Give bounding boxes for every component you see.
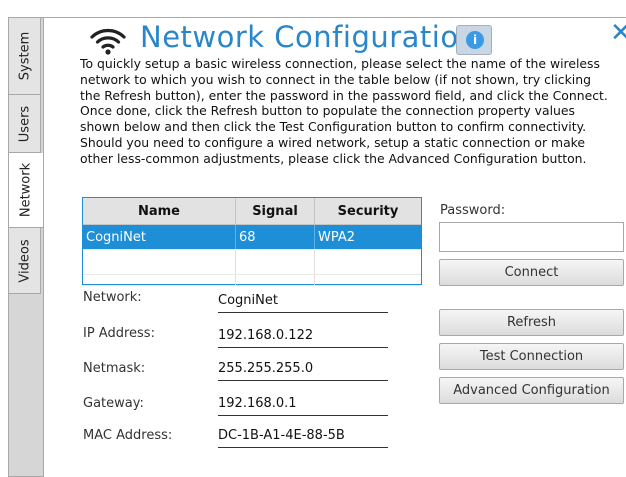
network-value: CogniNet [218, 293, 388, 313]
cell-signal: 68 [235, 224, 315, 250]
mac-address-label: MAC Address: [83, 428, 173, 443]
cell-signal [235, 249, 315, 275]
gateway-label: Gateway: [83, 396, 144, 411]
refresh-button[interactable]: Refresh [439, 309, 624, 336]
table-header-row: Name Signal Security [83, 198, 421, 225]
vertical-tab-strip: System Users Network Videos [8, 17, 44, 477]
test-connection-button[interactable]: Test Connection [439, 343, 624, 370]
cell-name: CogniNet [83, 224, 236, 250]
tab-users-label: Users [17, 105, 32, 142]
tab-users[interactable]: Users [9, 95, 41, 153]
connect-button[interactable]: Connect [439, 259, 624, 286]
tab-videos[interactable]: Videos [9, 228, 41, 294]
content-border [42, 17, 626, 18]
table-row[interactable]: CogniNet 68 WPA2 [83, 224, 421, 250]
table-row[interactable] [83, 249, 421, 275]
mac-address-value: DC-1B-A1-4E-88-5B [218, 428, 388, 448]
ip-address-label: IP Address: [83, 326, 155, 341]
cell-name [83, 274, 236, 286]
column-header-signal[interactable]: Signal [235, 198, 315, 225]
password-label: Password: [440, 203, 506, 218]
cell-security [314, 249, 421, 275]
column-header-security[interactable]: Security [314, 198, 421, 225]
gateway-value: 192.168.0.1 [218, 396, 388, 416]
password-input[interactable] [439, 222, 624, 252]
table-row[interactable] [83, 274, 421, 286]
info-icon: i [466, 31, 484, 49]
ip-address-value: 192.168.0.122 [218, 328, 388, 348]
cell-signal [235, 274, 315, 286]
tab-network-label: Network [18, 162, 34, 218]
page-title: Network Configuration [140, 20, 478, 54]
close-icon[interactable]: ✕ [610, 18, 626, 48]
tab-system[interactable]: System [9, 18, 41, 95]
wifi-icon [89, 26, 127, 60]
advanced-configuration-button[interactable]: Advanced Configuration [439, 377, 624, 404]
tab-videos-label: Videos [17, 238, 32, 283]
cell-security [314, 274, 421, 286]
tab-network[interactable]: Network [9, 153, 43, 228]
column-header-name[interactable]: Name [83, 198, 236, 225]
cell-name [83, 249, 236, 275]
network-label: Network: [83, 290, 142, 305]
netmask-label: Netmask: [83, 361, 146, 376]
info-button[interactable]: i [456, 25, 492, 55]
cell-security: WPA2 [314, 224, 421, 250]
instructions-text: To quickly setup a basic wireless connec… [80, 56, 608, 166]
netmask-value: 255.255.255.0 [218, 361, 388, 381]
tab-system-label: System [17, 31, 32, 81]
network-table[interactable]: Name Signal Security CogniNet 68 WPA2 [82, 197, 422, 286]
